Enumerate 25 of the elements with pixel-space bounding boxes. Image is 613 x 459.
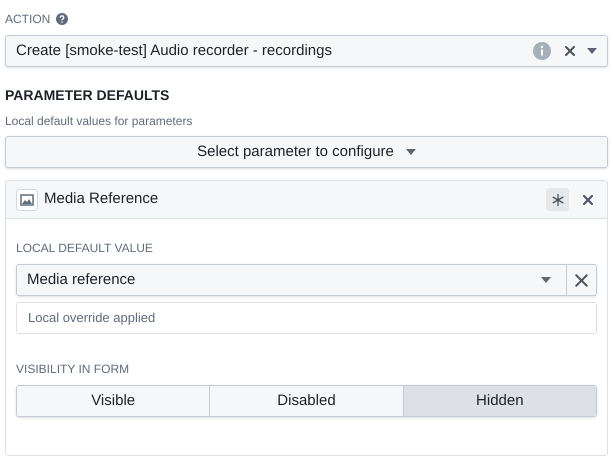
- visibility-option[interactable]: Visible: [17, 386, 210, 416]
- caret-icon: [406, 149, 416, 155]
- close-icon[interactable]: [583, 194, 593, 204]
- image-icon: [16, 188, 38, 210]
- section-subtitle: Local default values for parameters: [5, 113, 194, 130]
- section-heading: PARAMETER DEFAULTS: [5, 86, 170, 105]
- field-label: VISIBILITY IN FORM: [16, 361, 130, 378]
- override-note-field: Local override applied: [16, 302, 597, 334]
- help-icon[interactable]: [56, 13, 68, 25]
- default-value-select[interactable]: Media reference: [16, 264, 597, 296]
- visibility-option[interactable]: Hidden: [402, 386, 596, 416]
- field-label: LOCAL DEFAULT VALUE: [16, 240, 154, 257]
- select-parameter-button[interactable]: Select parameter to configure: [5, 136, 608, 168]
- caret-icon: [541, 277, 551, 283]
- card-title: Media Reference: [44, 189, 160, 210]
- section-label: ACTION: [5, 11, 50, 28]
- required-toggle[interactable]: [546, 188, 569, 211]
- select-value: Create [smoke-test] Audio recorder - recordings: [16, 40, 333, 61]
- select-value: Media reference: [26, 270, 136, 290]
- close-icon[interactable]: [565, 46, 575, 56]
- action-select[interactable]: Create [smoke-test] Audio recorder - recordings: [5, 35, 608, 67]
- caret-icon: [587, 48, 597, 54]
- asterisk-icon: [552, 194, 564, 206]
- visibility-option[interactable]: Disabled: [209, 386, 403, 416]
- close-icon[interactable]: [575, 274, 588, 286]
